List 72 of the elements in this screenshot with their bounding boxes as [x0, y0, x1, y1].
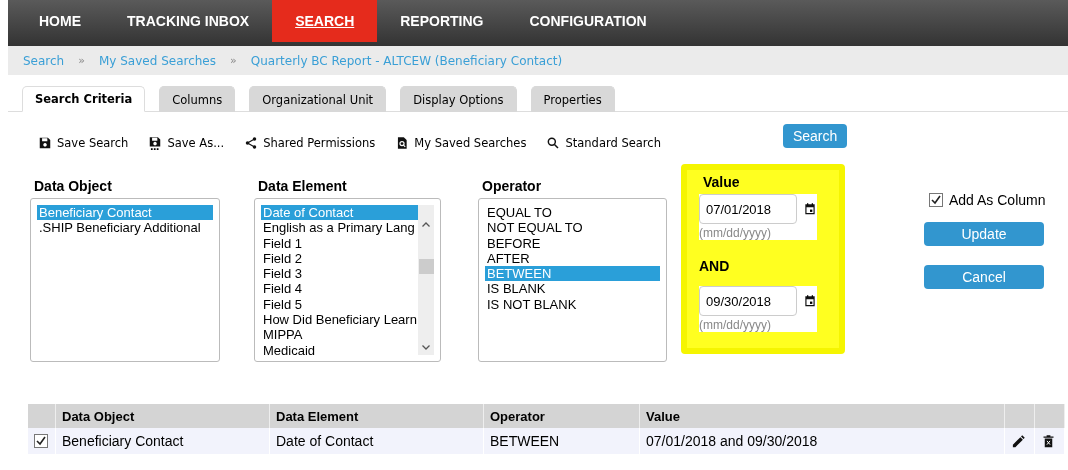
checkbox[interactable] — [929, 193, 943, 207]
toolbar-button[interactable]: Standard Search — [546, 136, 661, 150]
list-label: Operator — [482, 178, 543, 194]
list-option[interactable]: Field 4 — [261, 281, 418, 297]
tab[interactable]: Search Criteria — [22, 86, 146, 112]
toolbar-button[interactable]: Shared Permissions — [244, 136, 376, 150]
add-as-column-checkbox[interactable]: Add As Column — [929, 192, 1046, 208]
date-field[interactable]: 07/01/2018 — [699, 194, 797, 224]
list-box[interactable]: Beneficiary Contact .SHIP Beneficiary Additional — [30, 198, 220, 362]
nav-item[interactable]: REPORTING — [377, 0, 507, 42]
scrollbar[interactable] — [418, 205, 434, 355]
calendar-icon — [803, 294, 817, 308]
list-option[interactable]: Medicaid — [261, 342, 418, 358]
value-label: Value — [703, 174, 741, 190]
document-search-icon — [395, 136, 410, 150]
check-icon — [931, 195, 941, 205]
list-option[interactable]: IS BLANK — [485, 281, 660, 297]
table-cell: Date of Contact — [270, 428, 484, 454]
tab[interactable]: Columns — [159, 86, 236, 112]
column-header: Operator — [484, 404, 640, 428]
save-icon — [38, 136, 52, 150]
list-option[interactable]: BEFORE — [485, 235, 660, 251]
row-checkbox[interactable] — [34, 434, 48, 448]
list-option[interactable]: English as a Primary Lang — [261, 220, 418, 236]
list-label: Data Element — [258, 178, 348, 194]
list-option[interactable]: EQUAL TO — [485, 205, 660, 221]
delete-icon — [1041, 433, 1056, 449]
date-field[interactable]: 09/30/2018 — [699, 286, 797, 316]
list-option[interactable]: IS NOT BLANK — [485, 296, 660, 313]
tab[interactable]: Properties — [530, 86, 615, 112]
toolbar-button[interactable]: Save Search — [38, 136, 129, 150]
search-icon — [546, 136, 561, 150]
table-cell: 07/01/2018 and 09/30/2018 — [640, 428, 1005, 454]
edit-icon — [1011, 433, 1026, 449]
list-option[interactable]: NOT EQUAL TO — [485, 220, 660, 236]
scrollbar-thumb[interactable] — [418, 258, 434, 274]
list-option[interactable]: AFTER — [485, 250, 660, 267]
column-header: Data Element — [270, 404, 484, 428]
header-cell — [1035, 404, 1065, 428]
list-option[interactable]: MIPPA — [261, 327, 418, 343]
tab[interactable]: Display Options — [400, 86, 517, 112]
check-icon — [36, 436, 46, 446]
header-cell — [1005, 404, 1035, 428]
nav-item[interactable]: SEARCH — [272, 0, 378, 42]
column-header: Data Object — [56, 404, 270, 428]
toolbar-button[interactable]: My Saved Searches — [395, 136, 527, 150]
table-cell: BETWEEN — [484, 428, 640, 454]
list-label: Data Object — [34, 178, 113, 194]
and-label: AND — [699, 258, 731, 274]
save-as-icon — [148, 136, 163, 150]
nav-item[interactable]: HOME — [16, 0, 104, 42]
breadcrumb-separator: » — [78, 54, 85, 67]
list-option[interactable]: Field 5 — [261, 296, 418, 313]
nav-item[interactable]: TRACKING INBOX — [104, 0, 273, 42]
list-box[interactable]: EQUAL TO NOT EQUAL TO BEFORE AFTER BETWEEN IS BLANK IS NOT BLANK — [478, 198, 667, 362]
table-cell: Beneficiary Contact — [56, 428, 270, 454]
list-option[interactable]: .SHIP Beneficiary Additional — [37, 220, 213, 236]
date-format-hint: (mm/dd/yyyy) — [699, 318, 772, 332]
tab[interactable]: Organizational Unit — [249, 86, 387, 112]
list-box[interactable]: Date of Contact English as a Primary Lang Field 1 Field 2 Field 3 Field 4 Field 5 How Did Beneficiary Learn MIPPA Medicaid — [254, 198, 441, 362]
calendar-icon — [803, 202, 817, 216]
list-option[interactable]: How Did Beneficiary Learn — [261, 312, 418, 328]
share-icon — [244, 136, 259, 150]
column-header: Value — [640, 404, 1005, 428]
nav-item[interactable]: CONFIGURATION — [506, 0, 670, 42]
breadcrumb-separator: » — [230, 54, 237, 67]
list-option[interactable]: Field 3 — [261, 266, 418, 282]
list-option[interactable]: Field 2 — [261, 250, 418, 267]
header-cell — [28, 404, 56, 428]
toolbar-button[interactable]: Save As... — [148, 136, 225, 150]
date-format-hint: (mm/dd/yyyy) — [699, 226, 772, 240]
list-option[interactable]: Field 1 — [261, 235, 418, 251]
